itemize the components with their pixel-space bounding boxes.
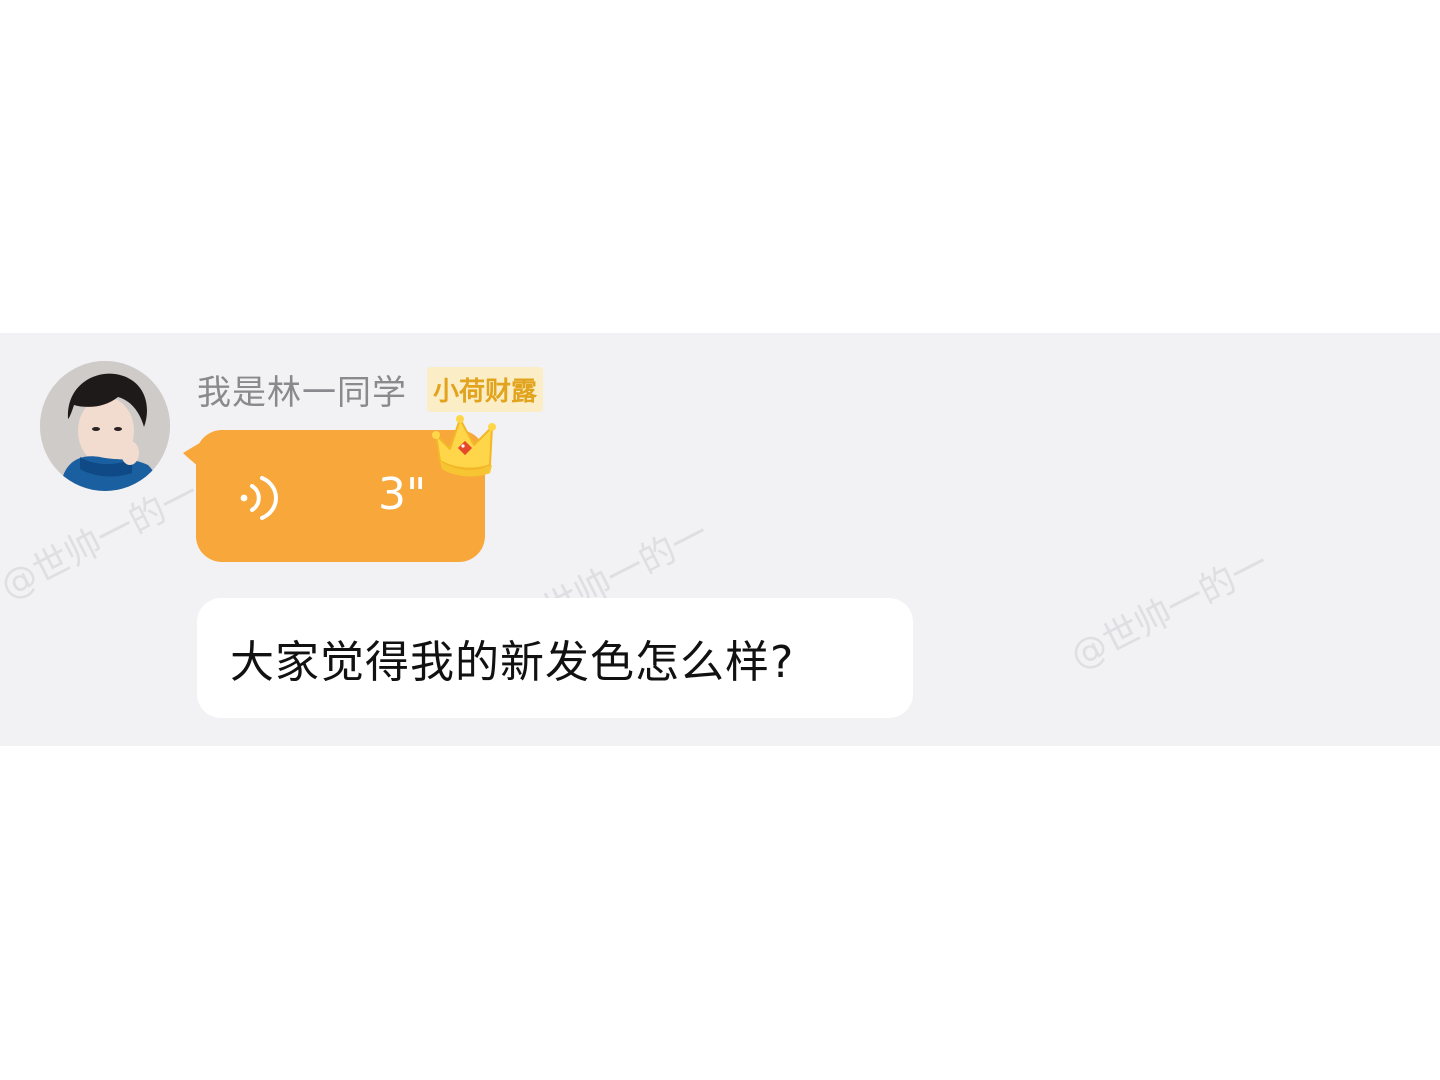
watermark: @世帅一的一 bbox=[1064, 542, 1276, 678]
avatar-photo bbox=[40, 361, 170, 491]
text-message-bubble[interactable]: 大家觉得我的新发色怎么样? bbox=[197, 598, 913, 718]
page: @世帅一的一 @世帅一的一 @世帅一的一 我是林一同学 小荷财露 3" 大家觉得… bbox=[0, 0, 1440, 1080]
sender-name[interactable]: 我是林一同学 bbox=[197, 365, 407, 414]
chat-message-group: @世帅一的一 @世帅一的一 @世帅一的一 我是林一同学 小荷财露 3" 大家觉得… bbox=[0, 333, 1440, 746]
crown-icon bbox=[432, 415, 496, 477]
sender-row: 我是林一同学 小荷财露 bbox=[197, 365, 544, 414]
title-badge: 小荷财露 bbox=[427, 366, 544, 412]
voice-duration: 3" bbox=[378, 469, 427, 520]
message-text: 大家觉得我的新发色怎么样? bbox=[230, 637, 795, 688]
voice-wave-icon bbox=[240, 476, 278, 520]
sender-avatar[interactable] bbox=[40, 361, 170, 491]
